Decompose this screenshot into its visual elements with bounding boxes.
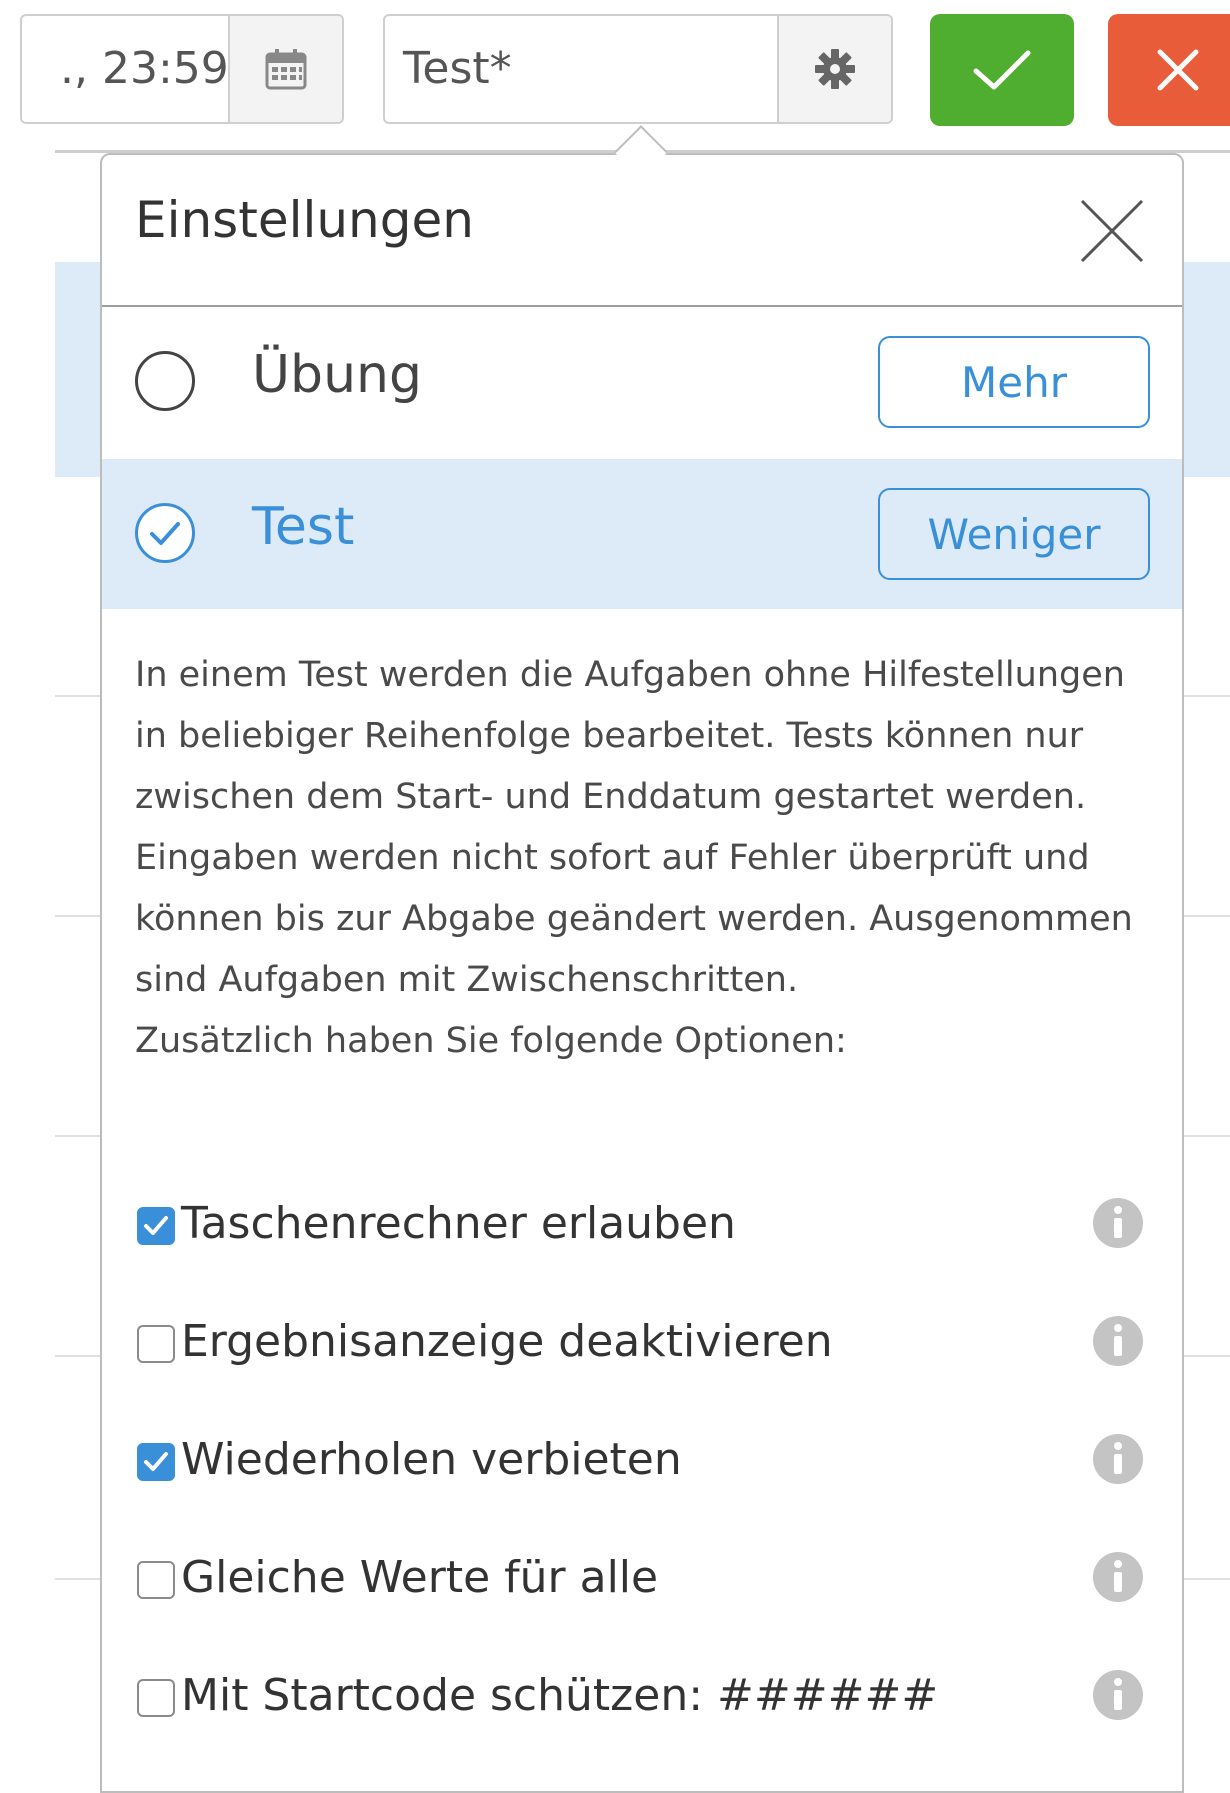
cancel-button[interactable] <box>1108 14 1230 126</box>
mode-option-uebung[interactable]: Übung Mehr <box>102 307 1182 457</box>
info-icon[interactable] <box>1091 1196 1145 1250</box>
end-date-value[interactable]: ., 23:59 <box>60 16 229 122</box>
gear-icon <box>815 49 855 89</box>
checkmark-icon <box>144 1216 168 1235</box>
calendar-button[interactable] <box>228 16 342 122</box>
more-button[interactable]: Mehr <box>878 336 1150 428</box>
checkbox-forbid-repeat[interactable] <box>137 1443 175 1481</box>
mode-label-uebung: Übung <box>252 345 422 405</box>
confirm-button[interactable] <box>930 14 1074 126</box>
checkmark-icon <box>973 50 1031 90</box>
checkbox-same-values[interactable] <box>137 1561 175 1599</box>
test-mode-description: In einem Test werden die Aufgaben ohne H… <box>135 645 1145 1072</box>
option-label: Taschenrechner erlauben <box>181 1198 736 1249</box>
radio-uebung[interactable] <box>135 351 195 411</box>
option-forbid-repeat[interactable]: Wiederholen verbieten <box>135 1424 1145 1504</box>
settings-popover: Einstellungen Übung Mehr Test Weniger In… <box>100 153 1184 1793</box>
checkbox-disable-results[interactable] <box>137 1325 175 1363</box>
settings-button[interactable] <box>777 16 891 122</box>
option-label: Wiederholen verbieten <box>181 1434 682 1485</box>
less-button[interactable]: Weniger <box>878 488 1150 580</box>
description-paragraph: In einem Test werden die Aufgaben ohne H… <box>135 655 1133 1000</box>
option-label: Gleiche Werte für alle <box>181 1552 659 1603</box>
info-icon[interactable] <box>1091 1432 1145 1486</box>
option-start-code[interactable]: Mit Startcode schützen: ###### <box>135 1660 1145 1740</box>
option-same-values[interactable]: Gleiche Werte für alle <box>135 1542 1145 1622</box>
mode-option-test[interactable]: Test Weniger <box>102 459 1182 609</box>
info-icon[interactable] <box>1091 1550 1145 1604</box>
popover-title: Einstellungen <box>135 191 474 249</box>
checkbox-start-code[interactable] <box>137 1679 175 1717</box>
end-date-field[interactable]: ., 23:59 <box>20 14 344 124</box>
calendar-icon <box>265 49 307 90</box>
mode-field[interactable]: Test* <box>383 14 893 124</box>
option-disable-results[interactable]: Ergebnisanzeige deaktivieren <box>135 1306 1145 1386</box>
option-calculator[interactable]: Taschenrechner erlauben <box>135 1188 1145 1268</box>
assignment-toolbar: ., 23:59 Test* <box>0 0 1230 150</box>
radio-test[interactable] <box>135 503 195 563</box>
checkmark-icon <box>144 1452 168 1471</box>
info-icon[interactable] <box>1091 1314 1145 1368</box>
option-label: Mit Startcode schützen: ###### <box>181 1670 939 1721</box>
info-icon[interactable] <box>1091 1668 1145 1722</box>
checkbox-calculator[interactable] <box>137 1207 175 1245</box>
option-label: Ergebnisanzeige deaktivieren <box>181 1316 833 1367</box>
mode-field-value[interactable]: Test* <box>403 16 512 122</box>
left-margin <box>0 0 55 1787</box>
check-circle-icon <box>150 522 180 545</box>
close-icon <box>1157 49 1199 91</box>
close-popover-icon[interactable] <box>1072 191 1152 271</box>
mode-label-test: Test <box>252 497 355 557</box>
options-intro: Zusätzlich haben Sie folgende Optionen: <box>135 1021 847 1061</box>
